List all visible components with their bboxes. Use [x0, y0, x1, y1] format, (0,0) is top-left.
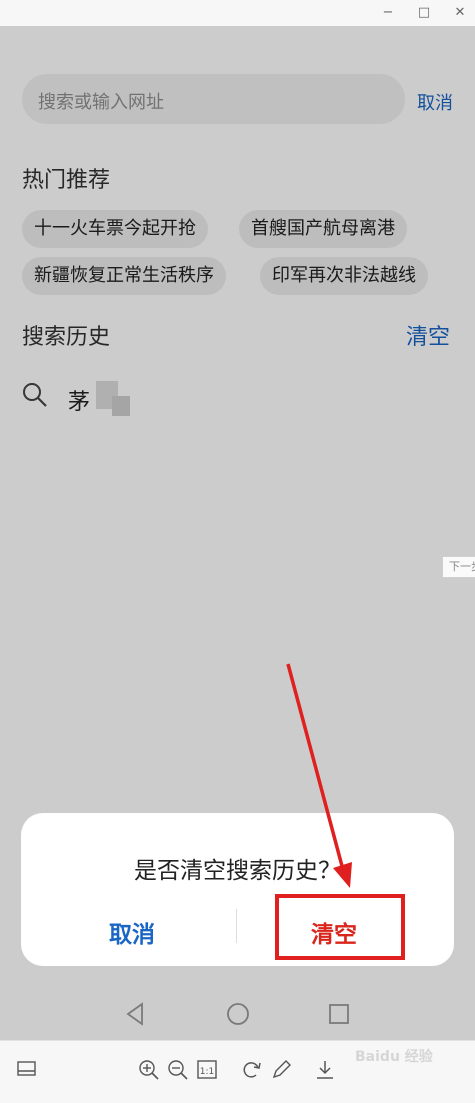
- phone-screen: 中国电信 HD 27% 15:23 搜索或输入网址 取消 热门推荐 十一火车票今…: [0, 26, 475, 1040]
- edit-icon[interactable]: [270, 1059, 292, 1081]
- watermark-logo: Baidu 经验: [355, 1049, 433, 1065]
- maximize-button[interactable]: □: [414, 3, 434, 23]
- svg-text:1:1: 1:1: [200, 1067, 214, 1077]
- annotation-highlight-box: [275, 894, 405, 960]
- dialog-title: 是否清空搜索历史？: [134, 858, 341, 884]
- download-icon[interactable]: [314, 1059, 336, 1081]
- sidebar-icon[interactable]: [16, 1059, 38, 1081]
- actual-size-icon[interactable]: 1:1: [196, 1059, 218, 1081]
- zoom-out-icon[interactable]: [167, 1059, 189, 1081]
- close-button[interactable]: ✕: [450, 3, 470, 23]
- zoom-in-icon[interactable]: [138, 1059, 160, 1081]
- dialog-divider: [236, 909, 237, 943]
- window-titlebar: − □ ✕: [0, 0, 475, 26]
- next-step-tab[interactable]: 下一步: [442, 556, 475, 578]
- rotate-icon[interactable]: [241, 1059, 263, 1081]
- dialog-cancel-button[interactable]: 取消: [109, 915, 155, 949]
- minimize-button[interactable]: −: [378, 3, 398, 23]
